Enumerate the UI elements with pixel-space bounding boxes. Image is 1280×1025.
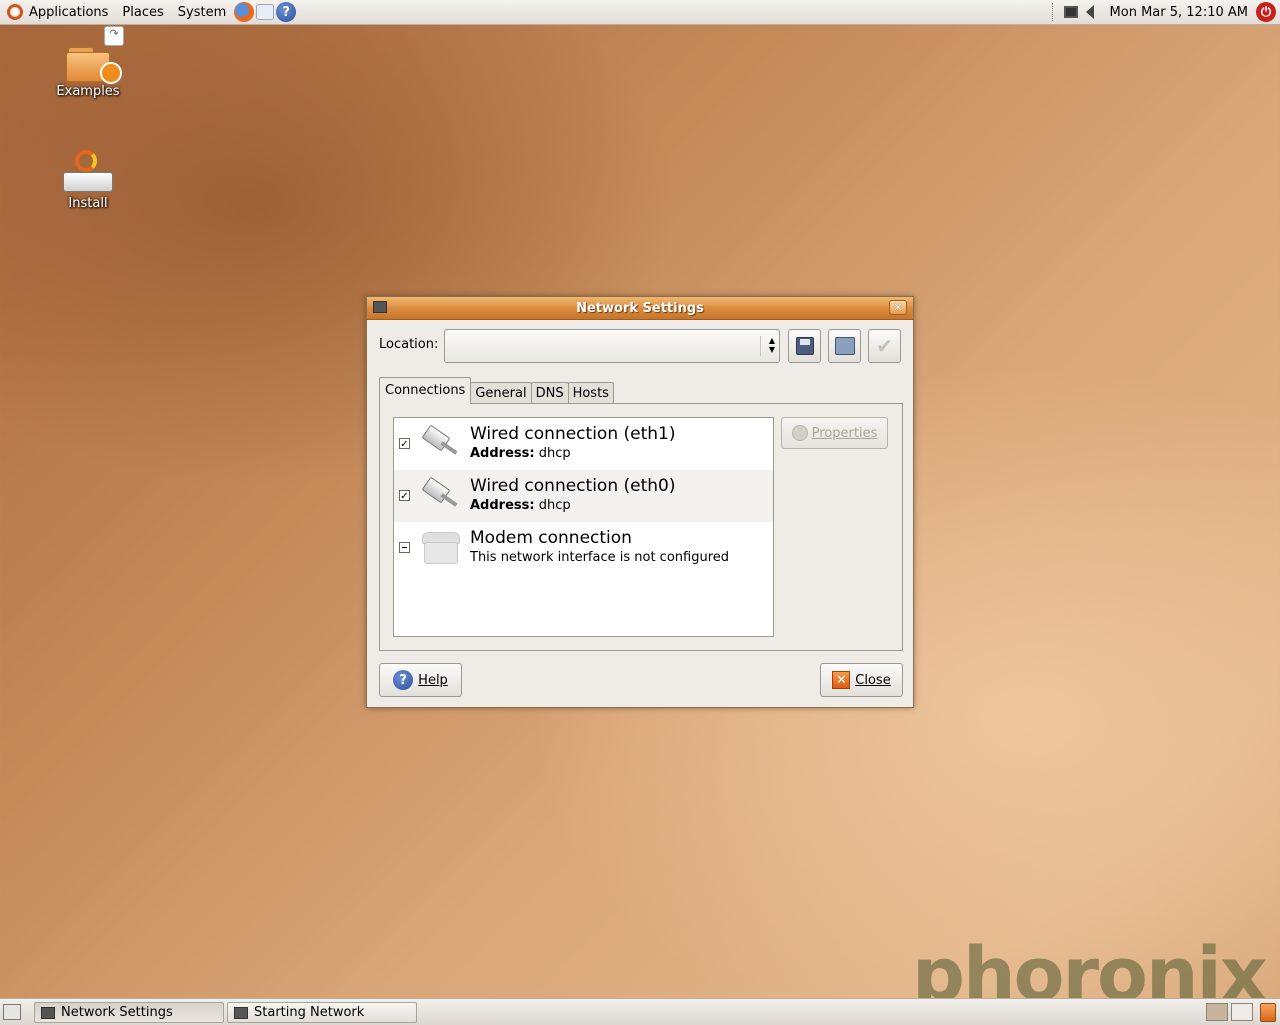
close-button[interactable]: ✕ Close bbox=[820, 663, 903, 697]
symlink-icon: ↷ bbox=[104, 26, 124, 46]
floppy-icon bbox=[795, 337, 814, 355]
taskbar-item-starting-network[interactable]: Starting Network bbox=[227, 1002, 417, 1023]
taskbar-item-label: Network Settings bbox=[61, 1005, 173, 1020]
properties-icon bbox=[791, 425, 808, 441]
location-label: Location: bbox=[379, 337, 439, 352]
dialog-title: Network Settings bbox=[576, 300, 704, 316]
tab-hosts[interactable]: Hosts bbox=[567, 382, 614, 404]
save-location-button[interactable] bbox=[788, 329, 821, 363]
firefox-icon[interactable] bbox=[234, 2, 255, 22]
volume-icon[interactable] bbox=[1085, 5, 1102, 19]
show-desktop-icon[interactable] bbox=[3, 1004, 21, 1020]
connection-title: Wired connection (eth1) bbox=[470, 424, 676, 444]
tab-bar: Connections General DNS Hosts bbox=[379, 377, 614, 404]
list-item[interactable]: Wired connection (eth0) Address: dhcp bbox=[394, 470, 773, 522]
tab-general[interactable]: General bbox=[470, 382, 532, 404]
enable-checkbox[interactable] bbox=[399, 438, 410, 449]
network-monitor-icon[interactable] bbox=[1063, 6, 1078, 18]
connection-title: Modem connection bbox=[470, 528, 632, 548]
window-close-button[interactable]: ✕ bbox=[889, 300, 907, 315]
dialog-titlebar[interactable]: Network Settings ✕ bbox=[367, 297, 913, 320]
help-button[interactable]: ? Help bbox=[379, 663, 462, 697]
close-icon: ✕ bbox=[832, 671, 851, 689]
connections-panel: Wired connection (eth1) Address: dhcp Wi… bbox=[379, 403, 903, 651]
trash-icon[interactable] bbox=[1260, 1003, 1276, 1022]
check-icon: ✔ bbox=[876, 334, 893, 358]
list-item[interactable]: Wired connection (eth1) Address: dhcp bbox=[394, 418, 773, 470]
tray-handle[interactable] bbox=[1051, 3, 1056, 21]
taskbar-item-label: Starting Network bbox=[254, 1005, 365, 1020]
lock-icon bbox=[100, 62, 122, 84]
help-icon[interactable]: ? bbox=[276, 2, 297, 22]
desktop-icon-install[interactable]: Install bbox=[43, 150, 133, 211]
connection-address: Address: dhcp bbox=[470, 446, 571, 461]
clock[interactable]: Mon Mar 5, 12:10 AM bbox=[1110, 5, 1248, 20]
folder-icon: ↷ bbox=[66, 26, 124, 84]
system-menu-label: System bbox=[177, 4, 227, 20]
combo-arrows-icon: ▲ ▼ bbox=[760, 336, 775, 356]
workspace-1[interactable] bbox=[1206, 1003, 1228, 1021]
ethernet-icon bbox=[420, 476, 458, 508]
ubuntu-logo-icon bbox=[7, 4, 23, 20]
network-window-icon bbox=[41, 1006, 55, 1019]
system-menu[interactable]: System bbox=[171, 0, 233, 24]
modem-phone-icon bbox=[422, 530, 460, 564]
delete-location-button[interactable] bbox=[828, 329, 861, 363]
tab-dns[interactable]: DNS bbox=[530, 382, 569, 404]
tab-connections[interactable]: Connections bbox=[379, 377, 472, 404]
desktop-icon-label: Install bbox=[68, 196, 108, 211]
enable-checkbox[interactable] bbox=[399, 490, 410, 501]
system-tray: Mon Mar 5, 12:10 AM ⏻ bbox=[1051, 2, 1280, 22]
applications-menu[interactable]: Applications bbox=[0, 0, 115, 24]
mail-icon[interactable] bbox=[256, 4, 275, 20]
network-window-icon bbox=[234, 1006, 248, 1019]
location-combo[interactable]: ▲ ▼ bbox=[444, 329, 780, 363]
delete-location-icon bbox=[834, 337, 855, 355]
window-menu-icon[interactable] bbox=[373, 301, 387, 313]
apply-location-button[interactable]: ✔ bbox=[868, 329, 901, 363]
taskbar-item-network-settings[interactable]: Network Settings bbox=[34, 1002, 224, 1023]
properties-button[interactable]: Properties bbox=[781, 417, 888, 449]
connections-list[interactable]: Wired connection (eth1) Address: dhcp Wi… bbox=[393, 417, 774, 637]
ethernet-icon bbox=[420, 424, 458, 456]
properties-label: Properties bbox=[811, 425, 878, 441]
top-panel: Applications Places System ? Mon Mar 5, … bbox=[0, 0, 1280, 25]
applications-menu-label: Applications bbox=[29, 4, 109, 20]
workspace-2[interactable] bbox=[1231, 1003, 1253, 1021]
power-icon[interactable]: ⏻ bbox=[1256, 2, 1276, 22]
connection-title: Wired connection (eth0) bbox=[470, 476, 676, 496]
desktop-icon-examples[interactable]: ↷ Examples bbox=[43, 26, 133, 99]
install-icon bbox=[63, 150, 113, 194]
network-settings-dialog: Network Settings ✕ Location: ▲ ▼ ✔ Connec… bbox=[366, 296, 914, 708]
places-menu[interactable]: Places bbox=[115, 0, 170, 24]
desktop-icon-label: Examples bbox=[56, 84, 120, 99]
list-item[interactable]: Modem connection This network interface … bbox=[394, 522, 773, 574]
close-label: Close bbox=[855, 672, 891, 688]
places-menu-label: Places bbox=[122, 4, 164, 20]
enable-checkbox[interactable] bbox=[399, 542, 410, 553]
connection-address: Address: dhcp bbox=[470, 498, 571, 513]
bottom-panel: Network Settings Starting Network bbox=[0, 998, 1280, 1025]
help-icon: ? bbox=[393, 670, 414, 690]
help-label: Help bbox=[418, 672, 448, 688]
connection-status: This network interface is not configured bbox=[470, 550, 730, 565]
